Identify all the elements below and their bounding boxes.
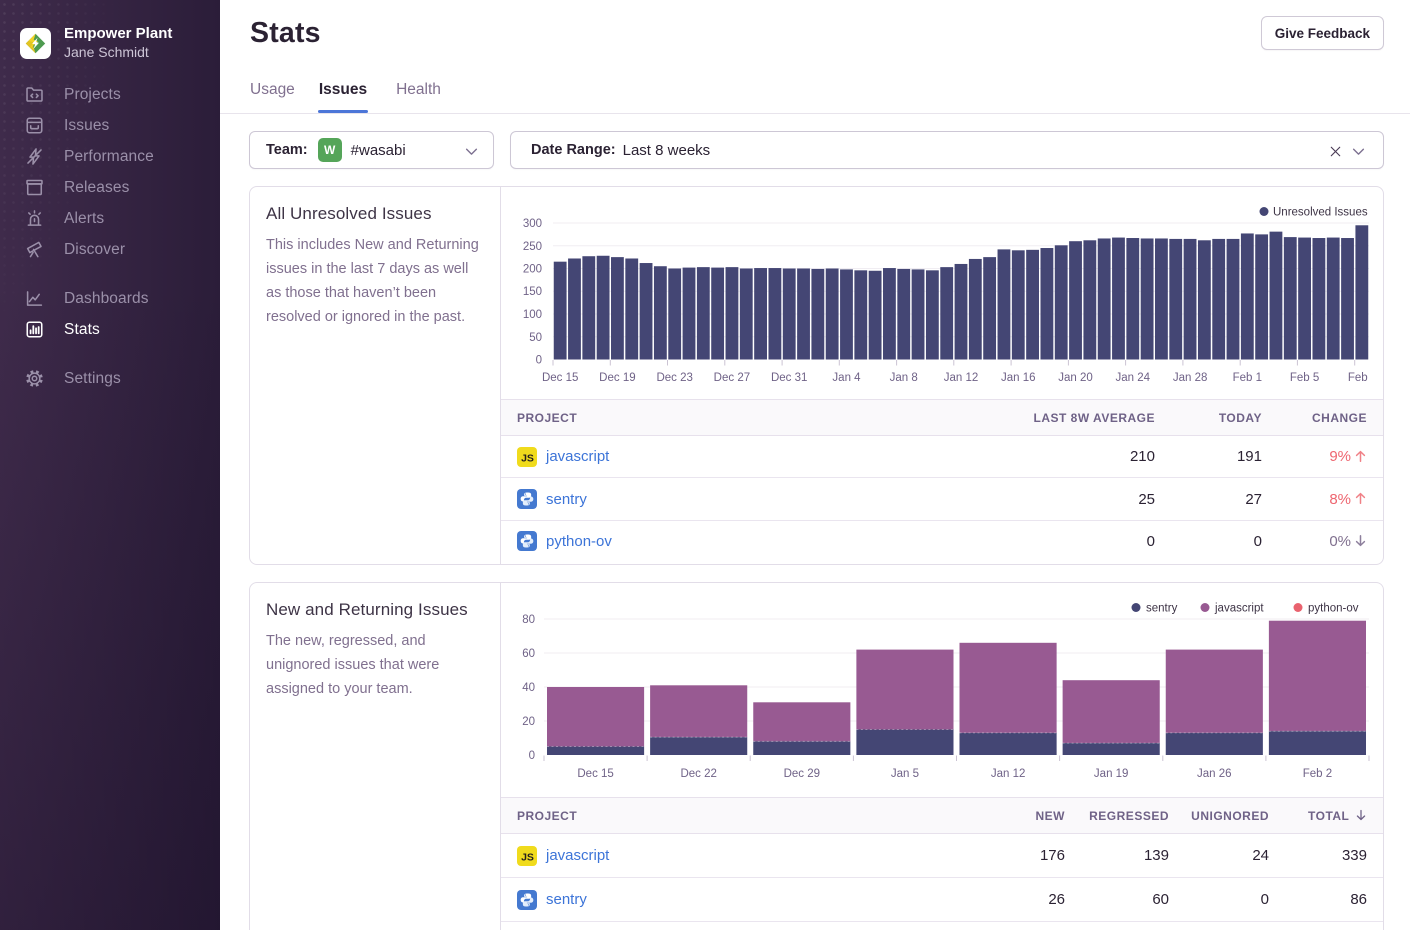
svg-text:Jan 20: Jan 20: [1058, 372, 1093, 384]
svg-text:JS: JS: [521, 851, 534, 863]
svg-text:0: 0: [529, 750, 535, 762]
svg-text:Feb 2: Feb 2: [1303, 768, 1332, 780]
svg-text:60: 60: [522, 648, 535, 660]
svg-text:Jan 28: Jan 28: [1173, 372, 1208, 384]
svg-text:python-ov: python-ov: [1308, 603, 1359, 615]
svg-text:sentry: sentry: [1146, 603, 1178, 615]
svg-text:50: 50: [529, 332, 542, 344]
svg-text:javascript: javascript: [1214, 603, 1264, 615]
svg-text:150: 150: [523, 286, 542, 298]
svg-text:Jan 12: Jan 12: [944, 372, 979, 384]
svg-text:Dec 15: Dec 15: [577, 768, 613, 780]
svg-text:JS: JS: [521, 452, 534, 464]
svg-text:Jan 8: Jan 8: [890, 372, 918, 384]
svg-text:Feb: Feb: [1348, 372, 1368, 384]
svg-text:Jan 4: Jan 4: [832, 372, 861, 384]
svg-text:Feb 5: Feb 5: [1290, 372, 1319, 384]
svg-text:Dec 15: Dec 15: [542, 372, 578, 384]
svg-text:Jan 12: Jan 12: [991, 768, 1026, 780]
svg-text:Unresolved Issues: Unresolved Issues: [1273, 207, 1368, 219]
svg-text:0: 0: [536, 355, 542, 367]
svg-text:Dec 19: Dec 19: [599, 372, 635, 384]
svg-text:Dec 31: Dec 31: [771, 372, 807, 384]
svg-text:Dec 29: Dec 29: [784, 768, 820, 780]
svg-text:Jan 5: Jan 5: [891, 768, 919, 780]
svg-text:300: 300: [523, 218, 542, 230]
svg-text:Feb 1: Feb 1: [1233, 372, 1262, 384]
svg-text:Dec 22: Dec 22: [680, 768, 716, 780]
svg-text:Dec 23: Dec 23: [656, 372, 692, 384]
svg-text:100: 100: [523, 309, 542, 321]
svg-text:80: 80: [522, 614, 535, 626]
svg-text:40: 40: [522, 682, 535, 694]
svg-text:250: 250: [523, 241, 542, 253]
svg-text:Jan 26: Jan 26: [1197, 768, 1232, 780]
svg-text:Jan 16: Jan 16: [1001, 372, 1036, 384]
svg-text:Jan 24: Jan 24: [1116, 372, 1151, 384]
svg-text:20: 20: [522, 716, 535, 728]
svg-text:200: 200: [523, 264, 542, 276]
svg-text:Dec 27: Dec 27: [714, 372, 750, 384]
svg-text:Jan 19: Jan 19: [1094, 768, 1129, 780]
